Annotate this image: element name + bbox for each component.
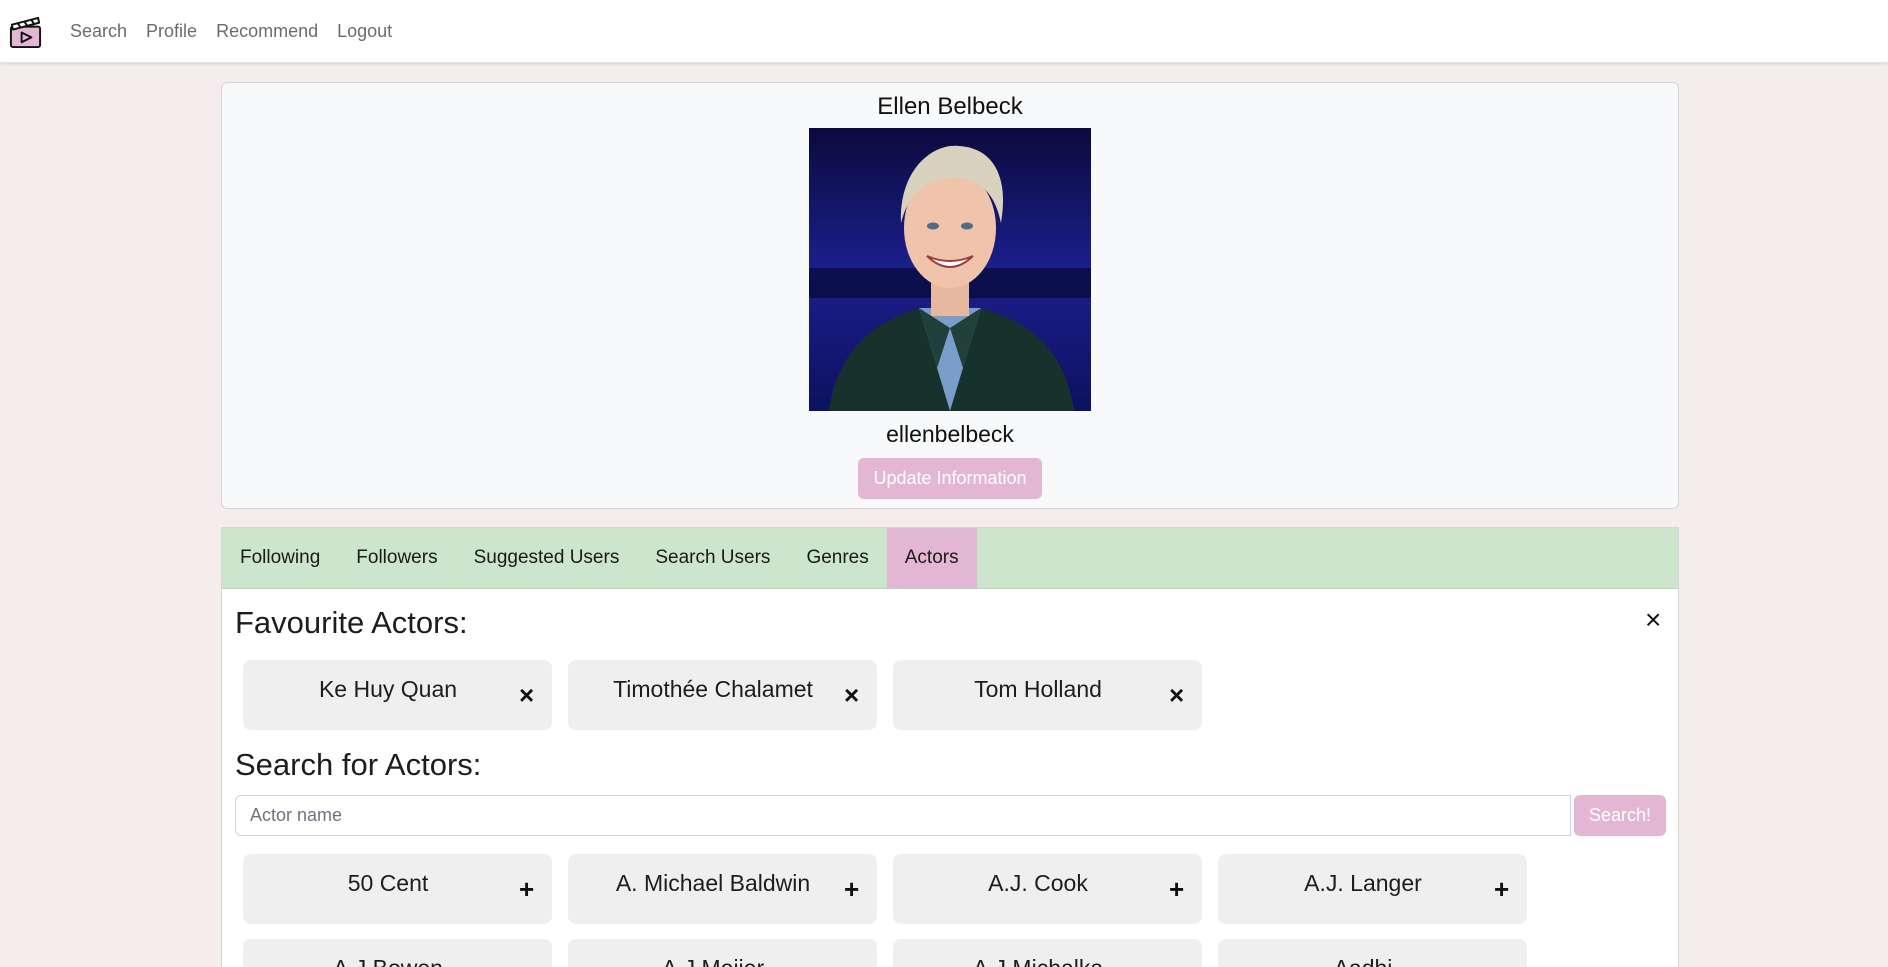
add-icon[interactable]: + — [519, 961, 534, 967]
nav-logout-link[interactable]: Logout — [337, 21, 392, 42]
actor-result-chip: A.J Meijer + — [568, 939, 877, 967]
actor-name: A. Michael Baldwin — [615, 870, 811, 896]
nav-links: Search Profile Recommend Logout — [70, 0, 411, 63]
actor-name: A.J Michalka — [893, 955, 1183, 967]
actor-result-chip: A.J Bowen + — [243, 939, 552, 967]
add-icon[interactable]: + — [844, 876, 859, 902]
tab-actors[interactable]: Actors — [886, 528, 977, 588]
add-icon[interactable]: + — [1494, 961, 1509, 967]
tab-bar: Following Followers Suggested Users Sear… — [222, 528, 1678, 589]
actor-result-chip: A.J. Langer + — [1218, 854, 1527, 924]
profile-card: Ellen Belbeck ellenbelbeck Update Inform… — [221, 82, 1679, 509]
actor-name: A.J Meijer — [568, 955, 858, 967]
add-icon[interactable]: + — [1169, 876, 1184, 902]
actor-name: A.J. Cook — [988, 870, 1088, 896]
actor-name: Aadhi — [1218, 955, 1508, 967]
add-icon[interactable]: + — [844, 961, 859, 967]
actor-name: Timothée Chalamet — [613, 676, 813, 702]
profile-username: ellenbelbeck — [886, 421, 1014, 447]
nav-recommend-link[interactable]: Recommend — [216, 21, 318, 42]
favourite-actors-title: Favourite Actors: — [235, 605, 468, 640]
actor-result-chip: 50 Cent + — [243, 854, 552, 924]
remove-icon[interactable]: × — [844, 682, 859, 708]
search-actors-title: Search for Actors: — [235, 747, 482, 782]
tab-suggested-users[interactable]: Suggested Users — [456, 528, 638, 588]
actor-name: A.J Bowen — [243, 955, 533, 967]
search-button[interactable]: Search! — [1574, 795, 1666, 836]
tab-following[interactable]: Following — [222, 528, 338, 588]
profile-name: Ellen Belbeck — [877, 93, 1023, 120]
tab-genres[interactable]: Genres — [788, 528, 886, 588]
top-navbar: Search Profile Recommend Logout — [0, 0, 1888, 63]
actor-search-input[interactable] — [235, 795, 1571, 836]
actor-name: Ke Huy Quan — [318, 676, 458, 702]
remove-icon[interactable]: × — [519, 682, 534, 708]
actor-result-chip: Aadhi + — [1218, 939, 1527, 967]
close-icon[interactable]: × — [1645, 606, 1661, 634]
avatar — [809, 128, 1091, 411]
tab-followers[interactable]: Followers — [338, 528, 455, 588]
actor-result-chip: A.J. Cook + — [893, 854, 1202, 924]
nav-search-link[interactable]: Search — [70, 21, 127, 42]
actor-name: A.J. Langer — [1304, 870, 1422, 896]
favourite-actor-chip: Timothée Chalamet × — [568, 660, 877, 730]
tab-search-users[interactable]: Search Users — [637, 528, 788, 588]
remove-icon[interactable]: × — [1169, 682, 1184, 708]
actor-result-chip: A.J Michalka + — [893, 939, 1202, 967]
actor-name: 50 Cent — [347, 870, 429, 896]
add-icon[interactable]: + — [1169, 961, 1184, 967]
actor-name: Tom Holland — [974, 676, 1102, 702]
avatar-image — [809, 128, 1091, 411]
update-information-button[interactable]: Update Information — [858, 458, 1042, 499]
favourite-actor-chip: Ke Huy Quan × — [243, 660, 552, 730]
add-icon[interactable]: + — [1494, 876, 1509, 902]
add-icon[interactable]: + — [519, 876, 534, 902]
tabs-panel: Following Followers Suggested Users Sear… — [221, 527, 1679, 967]
actor-result-chip: A. Michael Baldwin + — [568, 854, 877, 924]
favourite-actor-chip: Tom Holland × — [893, 660, 1202, 730]
clapperboard-logo-icon[interactable] — [8, 14, 43, 49]
nav-profile-link[interactable]: Profile — [146, 21, 197, 42]
